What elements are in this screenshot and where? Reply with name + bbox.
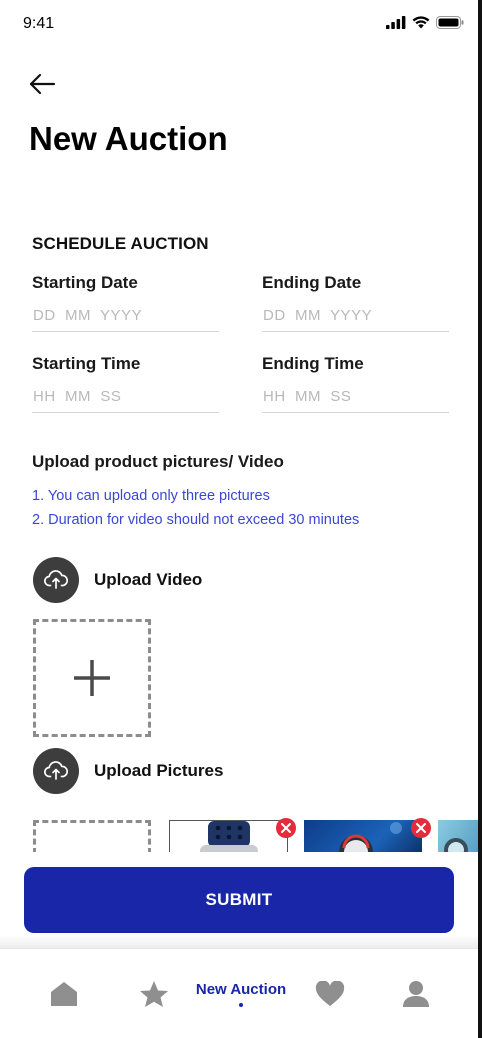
status-bar: 9:41 <box>0 0 482 48</box>
back-button[interactable] <box>28 70 60 98</box>
upload-heading: Upload product pictures/ Video <box>32 452 284 471</box>
status-icons <box>386 16 464 29</box>
frame-edge <box>478 0 482 1038</box>
nav-new-auction[interactable]: New Auction <box>186 949 296 1038</box>
submit-button[interactable]: SUBMIT <box>24 867 454 933</box>
starting-date-label: Starting Date <box>32 273 138 292</box>
watch-photo-2[interactable] <box>304 820 422 852</box>
close-icon <box>281 823 291 833</box>
nav-profile[interactable] <box>396 949 436 1038</box>
arrow-left-icon <box>29 73 56 95</box>
ending-date-input[interactable] <box>262 300 449 332</box>
remove-photo-1-button[interactable] <box>276 818 296 838</box>
upload-video-row[interactable]: Upload Video <box>33 557 202 603</box>
upload-note-2: 2. Duration for video should not exceed … <box>32 512 360 528</box>
bottom-nav: New Auction <box>0 948 482 1038</box>
upload-video-label: Upload Video <box>94 570 203 589</box>
wifi-icon <box>412 16 430 29</box>
ending-date-label: Ending Date <box>262 273 362 292</box>
page-title: New Auction <box>29 120 228 157</box>
upload-pictures-row[interactable]: Upload Pictures <box>33 748 223 794</box>
plus-icon <box>74 660 110 696</box>
upload-note-1: 1. You can upload only three pictures <box>32 488 270 504</box>
user-icon <box>403 981 429 1007</box>
heart-icon <box>315 981 345 1006</box>
cloud-upload-icon[interactable] <box>33 748 79 794</box>
upload-pictures-label: Upload Pictures <box>94 761 224 780</box>
nav-favorites[interactable] <box>134 949 174 1038</box>
add-picture-box[interactable] <box>33 820 151 852</box>
star-icon <box>140 981 168 1007</box>
status-time: 9:41 <box>23 15 55 32</box>
starting-time-input[interactable] <box>32 381 219 413</box>
home-icon <box>51 982 77 1006</box>
ending-time-input[interactable] <box>262 381 449 413</box>
nav-shadow <box>0 935 482 949</box>
nav-active-indicator <box>239 1003 243 1007</box>
battery-icon <box>436 16 464 29</box>
nav-wishlist[interactable] <box>310 949 350 1038</box>
starting-date-input[interactable] <box>32 300 219 332</box>
starting-time-label: Starting Time <box>32 354 141 373</box>
nav-home[interactable] <box>44 949 84 1038</box>
cloud-upload-icon[interactable] <box>33 557 79 603</box>
ending-time-label: Ending Time <box>262 354 364 373</box>
schedule-auction-heading: SCHEDULE AUCTION <box>32 234 209 253</box>
add-video-box[interactable] <box>33 619 151 737</box>
signal-icon <box>386 16 406 29</box>
watch-photo-3[interactable] <box>438 820 482 852</box>
close-icon <box>416 823 426 833</box>
nav-new-auction-label: New Auction <box>195 981 287 998</box>
watch-photo-1[interactable] <box>169 820 288 852</box>
remove-photo-2-button[interactable] <box>411 818 431 838</box>
pictures-strip <box>0 818 482 852</box>
